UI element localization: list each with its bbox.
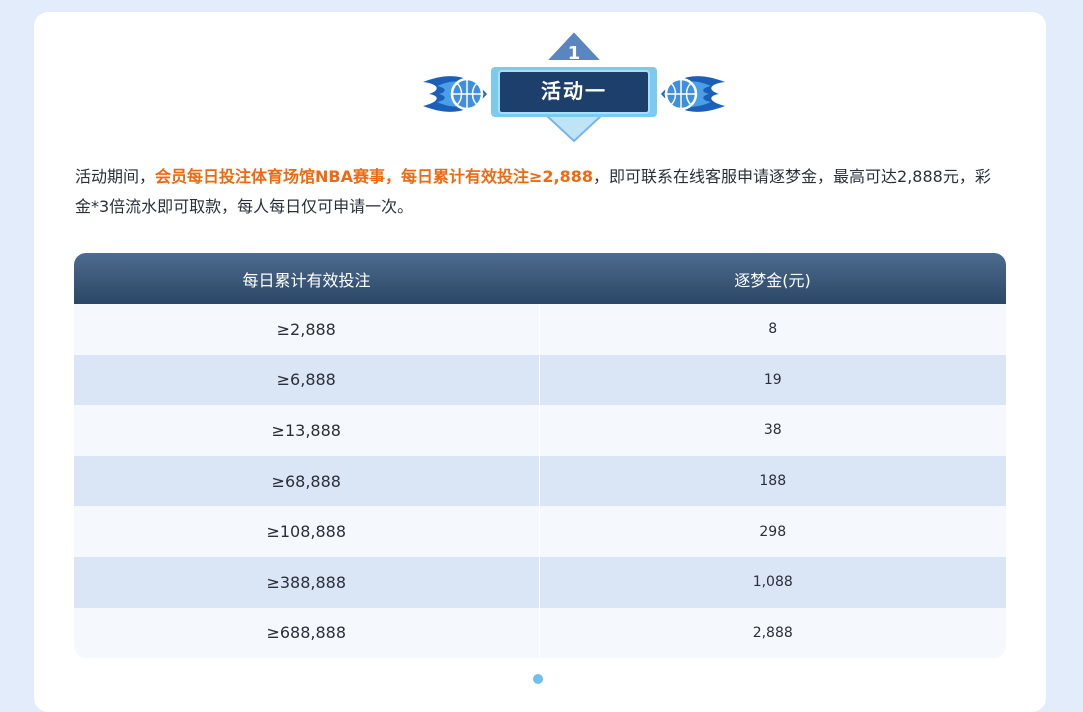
bet-threshold-cell: ≥388,888	[74, 556, 540, 608]
description-text: 活动期间，	[75, 167, 156, 186]
bet-threshold-cell: ≥688,888	[74, 607, 540, 659]
table-row: ≥688,888 2,888	[74, 607, 1006, 659]
description-highlight: 会员每日投注体育场馆NBA赛事，每日累计有效投注≥2,888	[155, 167, 594, 186]
table-row: ≥68,888 188	[74, 455, 1006, 507]
table-row: ≥13,888 38	[74, 405, 1006, 456]
reward-cell: 8	[768, 321, 778, 338]
table-row: ≥108,888 298	[74, 506, 1006, 557]
activity-description: 活动期间，会员每日投注体育场馆NBA赛事，每日累计有效投注≥2,888，即可联系…	[75, 162, 1005, 222]
bet-threshold-cell: ≥108,888	[74, 506, 540, 557]
reward-cell: 188	[759, 473, 787, 490]
table-row: ≥6,888 19	[74, 354, 1006, 406]
bet-threshold-cell: ≥13,888	[74, 405, 540, 456]
reward-cell: 38	[763, 422, 782, 439]
table-header: 每日累计有效投注 逐梦金(元)	[74, 253, 1006, 304]
reward-table: 每日累计有效投注 逐梦金(元) ≥2,888 8 ≥6,888 19 ≥13,8…	[74, 253, 1006, 659]
badge-number: 1	[567, 43, 581, 64]
bet-threshold-cell: ≥68,888	[74, 455, 540, 507]
reward-cell: 2,888	[752, 624, 793, 641]
bet-threshold-cell: ≥2,888	[74, 304, 540, 355]
table-row: ≥2,888 8	[74, 304, 1006, 355]
reward-cell: 298	[759, 523, 787, 540]
header-daily-bet: 每日累计有效投注	[242, 270, 371, 290]
bet-threshold-cell: ≥6,888	[74, 354, 540, 406]
next-section-indicator	[533, 674, 543, 684]
reward-cell: 1,088	[752, 574, 793, 591]
activity-card: 1 活动一 活动期间，会员每日投注体育场馆NBA赛事，每日累计有效投注≥2,88…	[34, 12, 1046, 712]
table-row: ≥388,888 1,088	[74, 556, 1006, 608]
badge-title: 活动一	[541, 79, 607, 103]
reward-cell: 19	[763, 371, 782, 388]
header-reward: 逐梦金(元)	[734, 270, 811, 290]
activity-badge: 1 活动一	[419, 29, 729, 144]
